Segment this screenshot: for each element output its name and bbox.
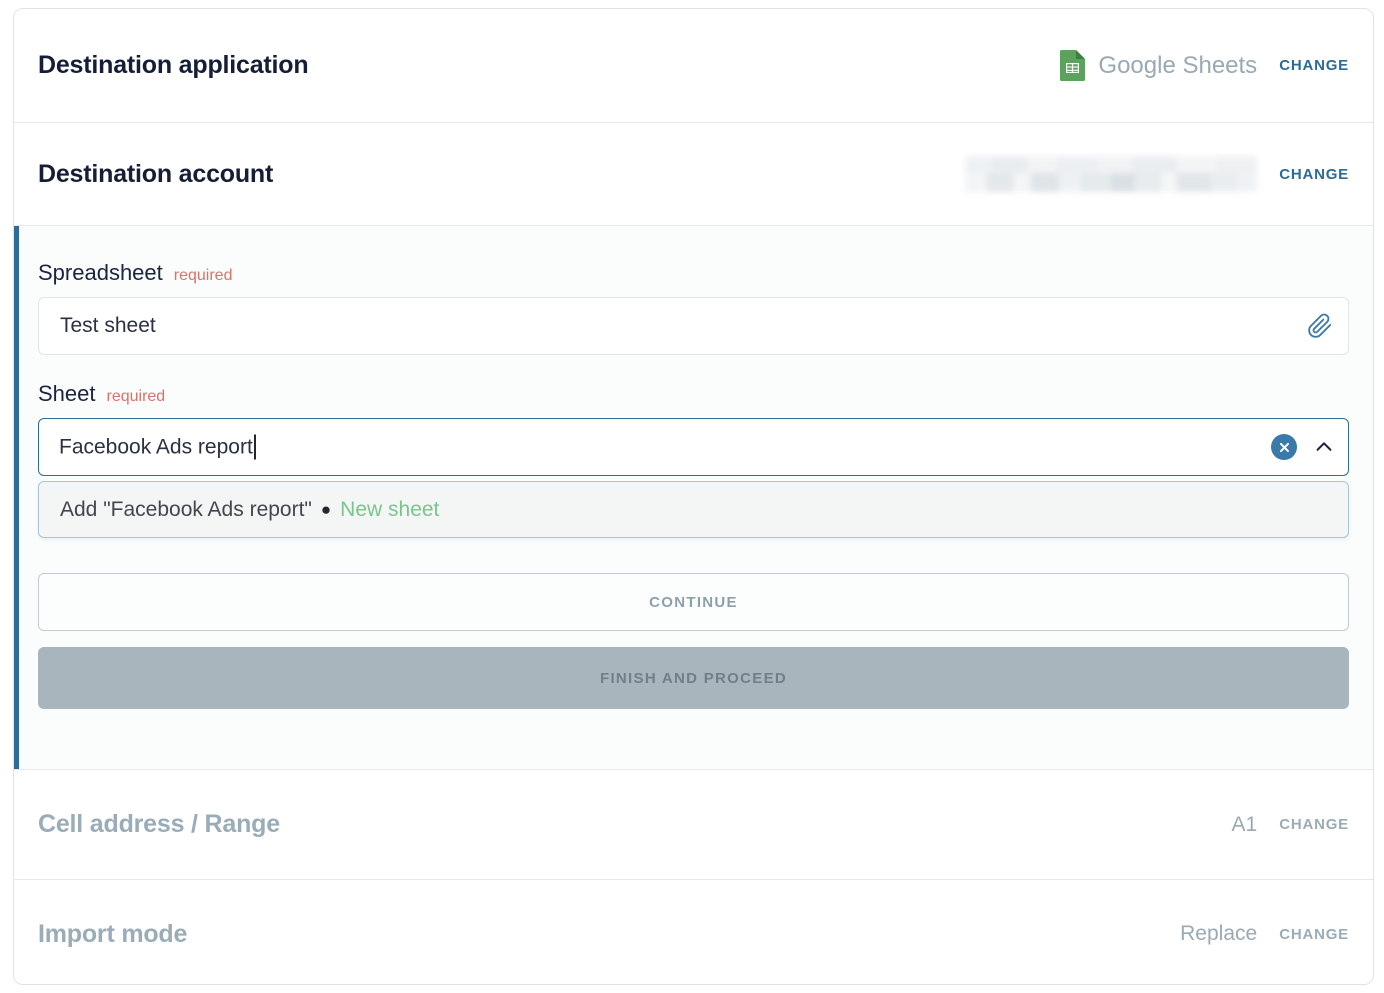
spreadsheet-required-tag: required xyxy=(173,267,233,284)
change-destination-account-button[interactable]: CHANGE xyxy=(1279,166,1349,183)
change-import-mode-button[interactable]: CHANGE xyxy=(1279,926,1349,943)
sheet-suggestion-option[interactable]: Add "Facebook Ads report" ● New sheet xyxy=(38,481,1349,538)
sheet-input-wrap: Facebook Ads report xyxy=(38,418,1349,476)
section-right-cell-address-range: A1 CHANGE xyxy=(1232,813,1350,837)
spreadsheet-label-text: Spreadsheet xyxy=(38,260,163,285)
selected-application: Google Sheets xyxy=(1059,49,1257,82)
sheet-field-label: Sheet required xyxy=(38,381,1349,407)
clear-circle-icon[interactable] xyxy=(1271,434,1297,460)
finish-and-proceed-button[interactable]: FINISH AND PROCEED xyxy=(38,647,1349,709)
section-title-cell-address-range: Cell address / Range xyxy=(38,810,280,838)
section-destination-account: Destination account CHANGE xyxy=(14,123,1373,226)
destination-setup-card: Destination application Google Sheets CH… xyxy=(13,8,1374,985)
suggestion-separator-dot: ● xyxy=(320,500,332,519)
suggestion-new-sheet-tag: New sheet xyxy=(340,497,440,521)
section-cell-address-range: Cell address / Range A1 CHANGE xyxy=(14,770,1373,880)
section-right-import-mode: Replace CHANGE xyxy=(1180,922,1349,946)
continue-button[interactable]: CONTINUE xyxy=(38,573,1349,631)
active-section-accent-bar xyxy=(14,226,19,769)
active-configuration-section: Spreadsheet required Sheet required Face… xyxy=(14,226,1373,770)
suggestion-prefix-text: Add "Facebook Ads report" xyxy=(60,497,312,521)
sheet-input-actions xyxy=(1271,434,1335,460)
import-mode-value: Replace xyxy=(1180,922,1258,945)
spreadsheet-field-label: Spreadsheet required xyxy=(38,260,1349,286)
section-title-destination-account: Destination account xyxy=(38,159,274,188)
spreadsheet-input-wrap xyxy=(38,297,1349,355)
google-sheets-icon xyxy=(1059,49,1086,82)
change-cell-address-button[interactable]: CHANGE xyxy=(1279,816,1349,833)
destination-account-value-redacted xyxy=(965,156,1258,192)
change-destination-application-button[interactable]: CHANGE xyxy=(1279,57,1349,74)
section-destination-application: Destination application Google Sheets CH… xyxy=(14,9,1373,123)
section-import-mode: Import mode Replace CHANGE xyxy=(14,880,1373,984)
chevron-up-icon[interactable] xyxy=(1313,436,1335,458)
section-right-destination-account: CHANGE xyxy=(965,156,1349,192)
paperclip-icon[interactable] xyxy=(1307,313,1333,339)
section-title-import-mode: Import mode xyxy=(38,919,188,948)
application-name: Google Sheets xyxy=(1098,51,1258,79)
section-title-destination-application: Destination application xyxy=(38,51,309,79)
sheet-input[interactable] xyxy=(38,418,1349,476)
sheet-label-text: Sheet xyxy=(38,381,96,406)
cell-address-value: A1 xyxy=(1231,812,1258,836)
spreadsheet-input[interactable] xyxy=(38,297,1349,355)
section-right-destination-application: Google Sheets CHANGE xyxy=(1059,49,1349,82)
sheet-required-tag: required xyxy=(106,388,166,405)
